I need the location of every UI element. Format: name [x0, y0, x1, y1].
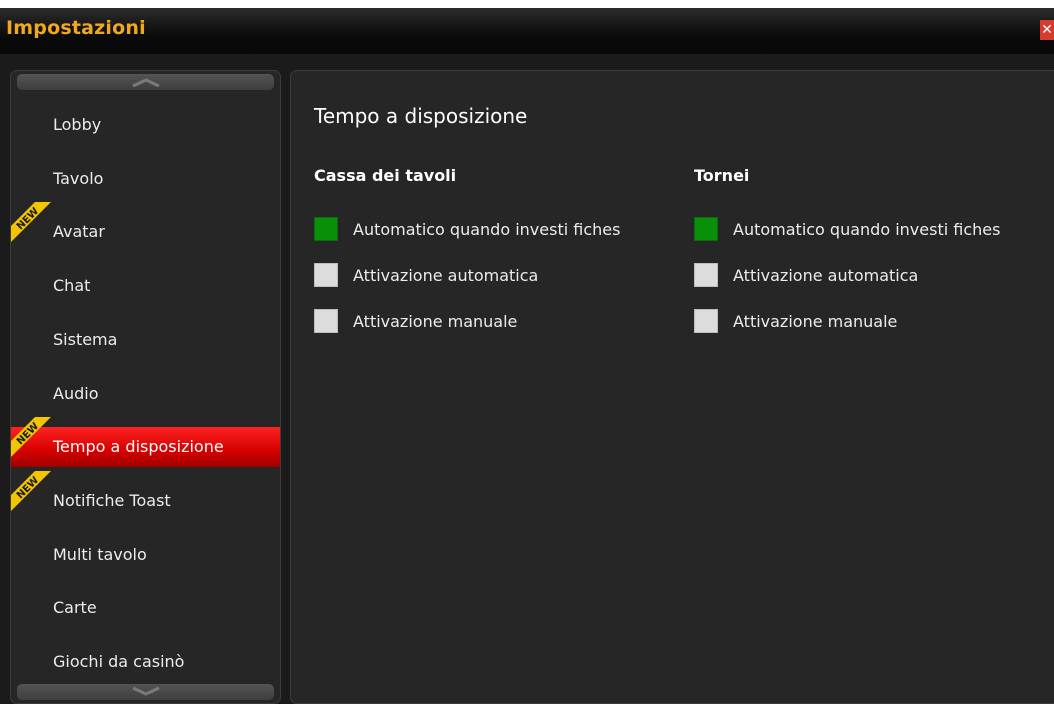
sidebar-item-label: Notifiche Toast [53, 490, 171, 510]
sidebar-item[interactable]: Giochi da casinò [11, 642, 280, 682]
sidebar-item-label: Audio [53, 383, 99, 403]
option-row[interactable]: Attivazione manuale [694, 308, 897, 334]
checkbox[interactable] [694, 309, 718, 333]
sidebar-item[interactable]: Sistema [11, 320, 280, 360]
settings-sidebar: Lobby Tavolo NEW Avatar Chat Sistema Audio NEW T… [10, 70, 281, 704]
sidebar-item-label: Avatar [53, 222, 105, 242]
sidebar-item[interactable]: Audio [11, 374, 280, 414]
sidebar-item[interactable]: Lobby [11, 105, 280, 145]
title-bar: Impostazioni ✕ [0, 8, 1054, 54]
checkbox[interactable] [314, 263, 338, 287]
checkbox-checked[interactable] [694, 217, 718, 241]
sidebar-item[interactable]: Tavolo [11, 159, 280, 199]
checkbox[interactable] [314, 309, 338, 333]
sidebar-item[interactable]: Chat [11, 266, 280, 306]
sidebar-item[interactable]: Carte [11, 588, 280, 628]
checkbox-checked[interactable] [314, 217, 338, 241]
checkbox[interactable] [694, 263, 718, 287]
sidebar-item-label: Tavolo [53, 168, 104, 188]
sidebar-item[interactable]: NEW Avatar [11, 202, 280, 252]
sidebar-item[interactable]: Multi tavolo [11, 535, 280, 575]
new-badge-icon: NEW [11, 417, 51, 458]
column-title: Tornei [694, 166, 750, 185]
column-title: Cassa dei tavoli [314, 166, 457, 185]
option-row[interactable]: Automatico quando investi fiches [694, 216, 1000, 242]
scroll-up-button[interactable] [17, 74, 274, 90]
scroll-down-button[interactable] [17, 684, 274, 700]
sidebar-item-label: Sistema [53, 329, 118, 349]
settings-window: Impostazioni ✕ Lobby Tavolo NEW Avatar Chat S… [0, 8, 1054, 704]
chevron-up-icon [131, 78, 160, 87]
sidebar-item-label: Giochi da casinò [53, 652, 185, 671]
sidebar-item-label: Tempo a disposizione [53, 437, 224, 457]
option-label: Attivazione manuale [733, 311, 898, 331]
option-label: Attivazione automatica [733, 265, 919, 285]
option-row[interactable]: Automatico quando investi fiches [314, 216, 620, 242]
close-icon[interactable]: ✕ [1040, 20, 1054, 40]
window-title: Impostazioni [6, 17, 146, 39]
sidebar-item-label: Chat [53, 276, 91, 296]
option-label: Automatico quando investi fiches [353, 219, 621, 239]
settings-content: Tempo a disposizione Cassa dei tavoli Aut… [290, 70, 1054, 704]
option-label: Attivazione automatica [353, 265, 539, 285]
option-row[interactable]: Attivazione automatica [694, 262, 918, 288]
sidebar-item-label: Lobby [53, 115, 102, 134]
option-row[interactable]: Attivazione manuale [314, 308, 517, 334]
sidebar-item[interactable]: NEW Tempo a disposizione [11, 417, 280, 468]
sidebar-item-label: Carte [53, 598, 97, 618]
new-badge-icon: NEW [11, 202, 51, 243]
sidebar-item[interactable]: NEW Notifiche Toast [11, 470, 280, 521]
option-label: Attivazione manuale [353, 311, 518, 331]
sidebar-item-label: Multi tavolo [53, 544, 147, 564]
chevron-down-icon [131, 687, 160, 696]
new-badge-icon: NEW [11, 470, 51, 511]
page-title: Tempo a disposizione [314, 104, 528, 128]
option-row[interactable]: Attivazione automatica [314, 262, 538, 288]
option-label: Automatico quando investi fiches [733, 219, 1001, 239]
